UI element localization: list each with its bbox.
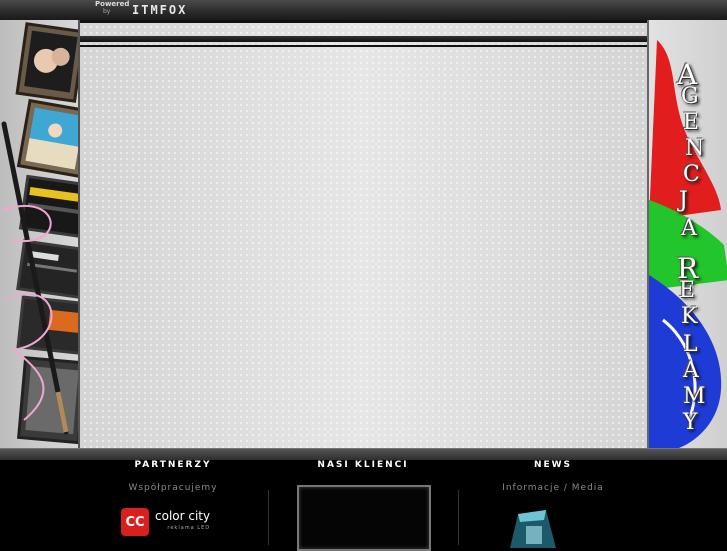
by-label: by — [103, 8, 111, 15]
clients-slideshow[interactable] — [297, 485, 431, 551]
colorcity-mark: CC — [121, 508, 149, 536]
agency-title-letter: C — [683, 162, 700, 187]
partner-logo-colorcity[interactable]: CC color city reklama LED — [121, 508, 210, 536]
colorcity-name-block: color city reklama LED — [155, 510, 210, 534]
agency-title-letter: Y — [683, 410, 698, 435]
news-heading: NEWS — [533, 460, 573, 470]
footer-separator-1 — [268, 490, 269, 545]
brand-logo[interactable]: ITMFOX — [132, 3, 187, 17]
agency-title-letter: A — [681, 216, 697, 241]
right-decoration: AGENCJAREKLAMY — [647, 20, 727, 448]
top-bar: Powered by ITMFOX — [0, 0, 727, 21]
footer-separator-2 — [458, 490, 459, 545]
agency-title-letter: G — [681, 84, 699, 109]
news-media-icon[interactable] — [500, 508, 570, 548]
powered-label: Powered — [95, 0, 130, 8]
footer: PARTNERZY NASI KLIENCI NEWS Współpracuje… — [0, 460, 727, 551]
content-panel — [80, 47, 647, 448]
clients-heading: NASI KLIENCI — [317, 460, 409, 470]
colorcity-tagline: reklama LED — [167, 525, 211, 531]
header-stripe-middle — [0, 36, 727, 42]
agency-title-letter: L — [683, 332, 698, 357]
partners-heading: PARTNERZY — [134, 460, 212, 470]
film-strip-art — [1, 22, 80, 445]
agency-title-letter: E — [679, 278, 696, 303]
agency-title-letter: J — [679, 188, 688, 213]
colorcity-name: color city — [155, 509, 211, 523]
agency-title-letter: N — [685, 136, 705, 161]
partners-subtitle: Współpracujemy — [128, 483, 218, 493]
news-subtitle[interactable]: Informacje / Media — [453, 483, 653, 493]
agency-title-letter: A — [683, 358, 699, 383]
agency-title-letter: K — [681, 304, 698, 329]
left-edge — [78, 20, 80, 448]
agency-title-letter: M — [683, 384, 706, 409]
left-decoration — [0, 20, 80, 448]
powered-by: Powered by — [95, 0, 130, 16]
header-stripe-top — [0, 20, 727, 23]
agency-title-letter: E — [683, 110, 700, 135]
